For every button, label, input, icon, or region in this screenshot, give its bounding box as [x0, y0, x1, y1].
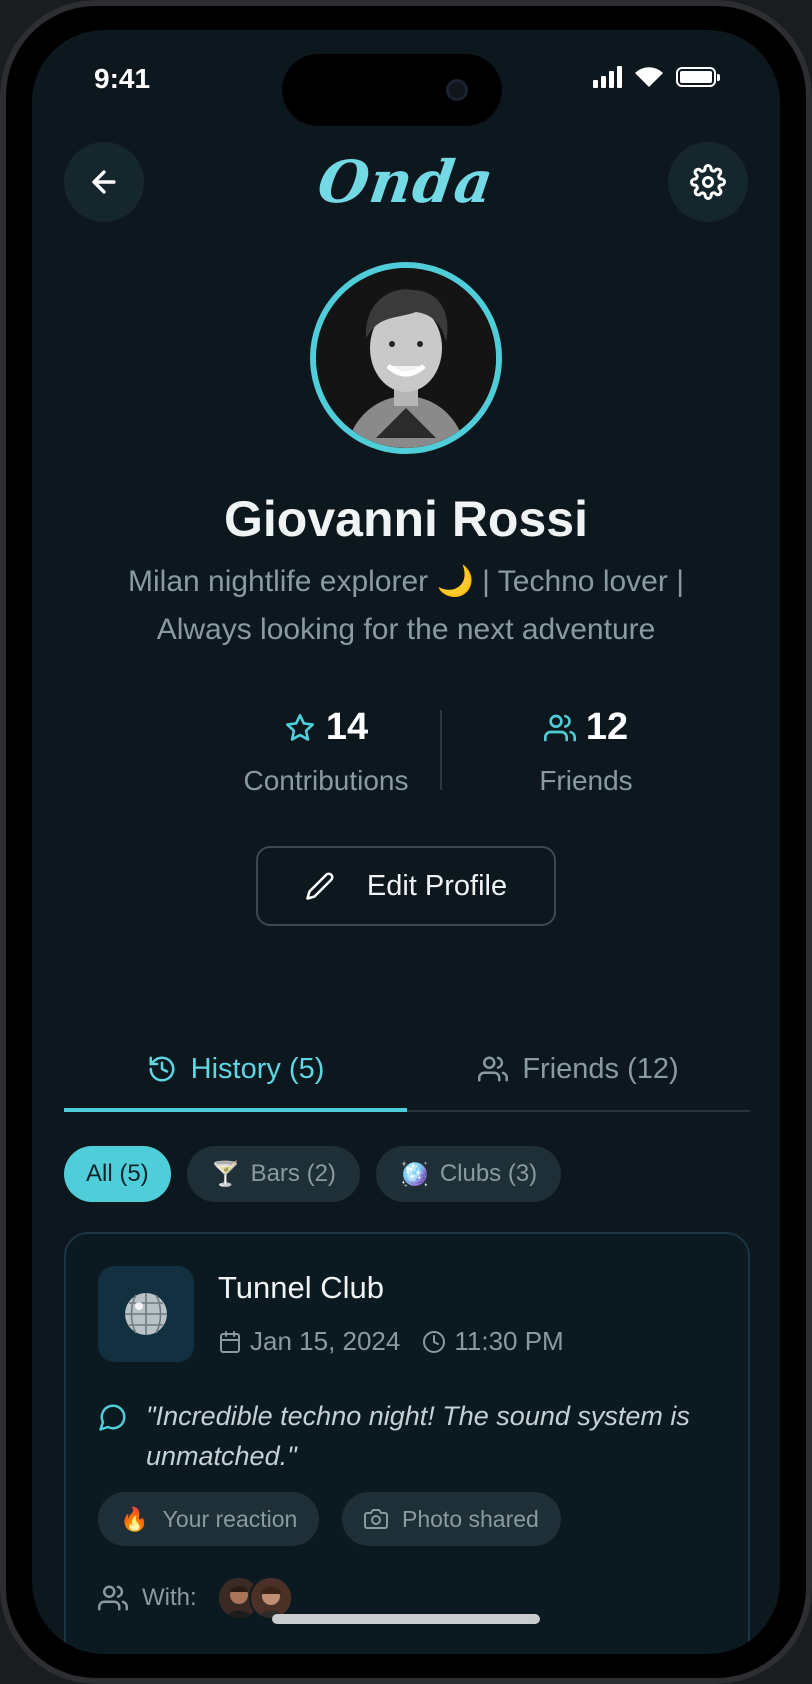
pencil-icon	[306, 872, 334, 900]
home-indicator	[272, 1614, 540, 1624]
filter-clubs[interactable]: 🪩 Clubs (3)	[375, 1146, 562, 1202]
filter-bars[interactable]: 🍸 Bars (2)	[186, 1146, 360, 1202]
bio-line: Milan nightlife explorer 🌙 | Techno love…	[128, 565, 684, 598]
filter-bars-label: Bars (2)	[250, 1160, 336, 1187]
calendar-icon	[220, 1330, 240, 1353]
venue-icon	[98, 1266, 194, 1362]
edit-profile-button[interactable]: Edit Profile	[256, 846, 556, 926]
with-label: With:	[142, 1584, 197, 1611]
reaction-tag[interactable]: 🔥 Your reaction	[98, 1492, 320, 1546]
stat-friends[interactable]: 12 Friends	[466, 706, 706, 797]
wifi-icon	[635, 67, 663, 87]
dynamic-island	[282, 54, 502, 126]
venue-name: Tunnel Club	[218, 1270, 385, 1305]
filter-all[interactable]: All (5)	[64, 1146, 171, 1202]
friends-label: Friends	[539, 765, 633, 796]
profile-bio: Milan nightlife explorer 🌙 | Techno love…	[92, 558, 720, 654]
gear-icon	[690, 164, 726, 200]
review-quote: "Incredible techno night! The sound syst…	[146, 1401, 690, 1471]
disco-ball-icon	[125, 1293, 167, 1335]
contributions-label: Contributions	[243, 765, 409, 796]
star-icon	[285, 713, 314, 741]
filter-chips: All (5) 🍸 Bars (2) 🪩 Clubs (3)	[64, 1146, 562, 1202]
tab-friends-label: Friends (12)	[522, 1052, 679, 1085]
disco-ball-icon: 🪩	[399, 1160, 430, 1188]
chat-bubble-icon	[99, 1404, 126, 1431]
battery-icon	[676, 67, 720, 87]
with-friends: With:	[98, 1576, 293, 1620]
friends-count: 12	[585, 706, 629, 748]
users-icon	[478, 1056, 509, 1082]
users-icon	[98, 1585, 128, 1611]
profile-avatar[interactable]	[310, 262, 502, 454]
camera-icon	[446, 79, 468, 101]
tab-history-label: History (5)	[190, 1052, 325, 1085]
contributions-count: 14	[325, 706, 369, 748]
filter-all-label: All (5)	[86, 1160, 149, 1187]
photo-tag[interactable]: Photo shared	[342, 1492, 561, 1546]
visit-time: 11:30 PM	[454, 1326, 564, 1356]
tab-friends[interactable]: Friends (12)	[407, 1028, 750, 1110]
profile-name: Giovanni Rossi	[224, 491, 588, 547]
visit-meta: Jan 15, 2024 11:30 PM	[218, 1326, 564, 1357]
stats-divider	[440, 710, 442, 790]
bio-line: Always looking for the next adventure	[156, 613, 656, 646]
phone-frame: 9:41 Onda Giovanni Rossi Milan nightlife…	[0, 0, 812, 1684]
tab-history[interactable]: History (5)	[64, 1028, 407, 1112]
status-icons	[593, 66, 720, 88]
signal-icon	[593, 66, 622, 88]
users-icon	[543, 714, 576, 741]
profile-tabs: History (5) Friends (12)	[64, 1028, 750, 1112]
screen: 9:41 Onda Giovanni Rossi Milan nightlife…	[32, 30, 780, 1654]
reaction-label: Your reaction	[162, 1505, 298, 1532]
cocktail-icon: 🍸	[210, 1160, 241, 1188]
history-icon	[149, 1056, 175, 1082]
avatar-photo	[316, 268, 496, 448]
settings-button[interactable]	[668, 142, 748, 222]
visit-date: Jan 15, 2024	[250, 1326, 401, 1356]
clock-icon	[423, 1330, 446, 1353]
camera-icon	[364, 1509, 388, 1529]
filter-clubs-label: Clubs (3)	[439, 1160, 538, 1187]
status-time: 9:41	[94, 63, 151, 94]
history-card[interactable]: Tunnel Club Jan 15, 2024 11:30 PM "Incre…	[64, 1232, 750, 1654]
fire-icon: 🔥	[120, 1505, 149, 1532]
stat-contributions[interactable]: 14 Contributions	[206, 706, 446, 797]
edit-profile-label: Edit Profile	[366, 869, 508, 902]
photo-label: Photo shared	[402, 1505, 539, 1532]
